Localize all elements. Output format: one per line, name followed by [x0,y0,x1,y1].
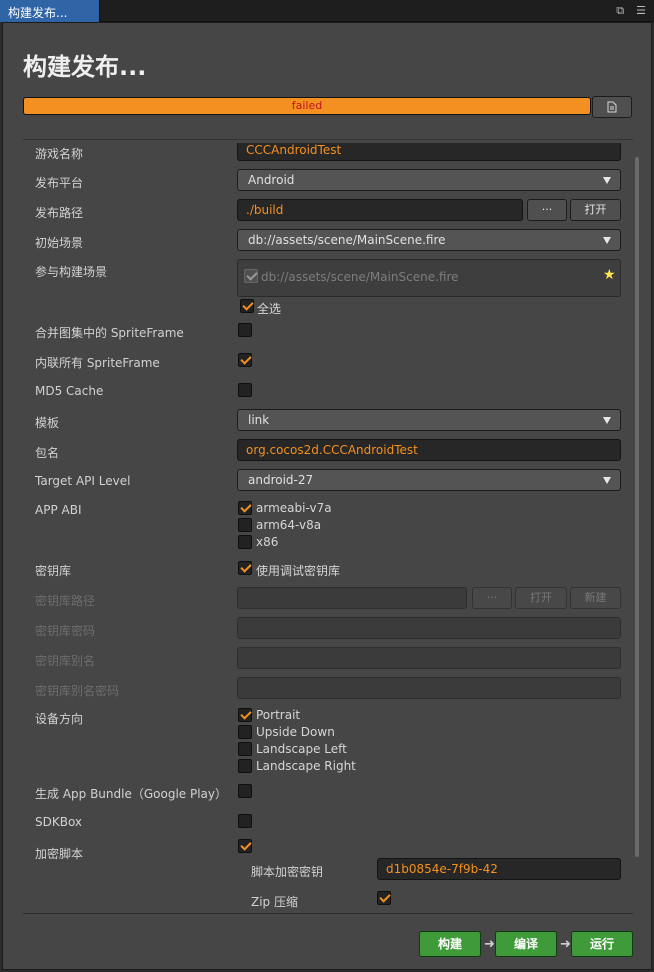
chevron-down-icon [603,417,611,424]
template-select[interactable]: link [237,409,621,431]
build-options: 游戏名称 CCCAndroidTest 发布平台 Android 发布路径 ./… [3,143,653,911]
platform-value: Android [248,173,295,187]
scene-item-label: db://assets/scene/MainScene.fire [261,270,459,284]
game-name-input[interactable]: CCCAndroidTest [237,143,621,161]
keystore-password-label: 密钥库密码 [35,624,96,638]
keystore-password-input[interactable] [237,617,621,639]
debug-keystore-checkbox[interactable] [238,561,252,575]
abi-option-label: arm64-v8a [256,518,322,532]
abi-option-label: armeabi-v7a [256,501,332,515]
scene-checkbox[interactable] [244,269,258,283]
run-button[interactable]: 运行 [571,931,633,957]
game-name-label: 游戏名称 [35,147,84,161]
scrollbar-thumb[interactable] [635,157,639,857]
abi-armeabi-v7a-checkbox[interactable] [238,501,252,515]
keystore-path-label: 密钥库路径 [35,594,96,608]
build-options-scroll[interactable]: 游戏名称 CCCAndroidTest 发布平台 Android 发布路径 ./… [3,143,653,911]
star-icon[interactable]: ★ [603,267,616,283]
orientation-option-label: Upside Down [256,725,335,739]
app-bundle-checkbox[interactable] [238,784,252,798]
abi-arm64-v8a-checkbox[interactable] [238,518,252,532]
encrypt-js-label: 加密脚本 [35,847,84,861]
build-path-label: 发布路径 [35,206,84,220]
divider [23,139,633,140]
merge-spriteframe-label: 合并图集中的 SpriteFrame [35,326,184,340]
merge-spriteframe-checkbox[interactable] [238,323,252,337]
app-bundle-label: 生成 App Bundle（Google Play） [35,787,228,801]
tab-bar: 构建发布... ⧉ ☰ [0,0,654,22]
start-scene-select[interactable]: db://assets/scene/MainScene.fire [237,229,621,251]
select-all-label: 全选 [257,302,282,316]
open-log-button[interactable] [592,96,632,118]
included-scenes-label: 参与构建场景 [35,265,108,279]
arrow-right-icon: ➜ [484,937,495,952]
orientation-portrait-checkbox[interactable] [238,708,252,722]
keystore-alias-input[interactable] [237,647,621,669]
keystore-alias-password-label: 密钥库别名密码 [35,684,120,698]
keystore-alias-label: 密钥库别名 [35,654,96,668]
log-file-icon [607,101,617,113]
orientation-option-label: Portrait [256,708,301,722]
tab-build-publish[interactable]: 构建发布... [0,0,100,22]
inline-spriteframe-label: 内联所有 SpriteFrame [35,356,160,370]
abi-x86-checkbox[interactable] [238,535,252,549]
inline-spriteframe-checkbox[interactable] [238,353,252,367]
menu-icon[interactable]: ☰ [636,4,646,18]
encrypt-js-checkbox[interactable] [238,839,252,853]
orientation-landscape-left-checkbox[interactable] [238,742,252,756]
divider [23,913,633,914]
keystore-open-button[interactable]: 打开 [515,587,567,609]
keystore-alias-password-input[interactable] [237,677,621,699]
build-path-browse-button[interactable]: ··· [527,199,567,221]
package-name-input[interactable]: org.cocos2d.CCCAndroidTest [237,439,621,461]
build-button[interactable]: 构建 [419,931,481,957]
md5-cache-label: MD5 Cache [35,384,104,398]
platform-select[interactable]: Android [237,169,621,191]
build-progress-bar: failed [23,97,591,115]
target-api-select[interactable]: android-27 [237,469,621,491]
chevron-down-icon [603,237,611,244]
encrypt-key-label: 脚本加密密钥 [251,865,324,879]
md5-cache-checkbox[interactable] [238,383,252,397]
page-title: 构建发布... [23,53,147,81]
orientation-option-label: Landscape Right [256,759,356,773]
target-api-label: Target API Level [35,474,131,488]
arrow-right-icon: ➜ [560,937,571,952]
app-abi-label: APP ABI [35,503,82,517]
sdkbox-label: SDKBox [35,815,83,829]
orientation-label: 设备方向 [35,712,84,726]
start-scene-value: db://assets/scene/MainScene.fire [248,233,446,247]
keystore-label: 密钥库 [35,564,72,578]
template-label: 模板 [35,416,60,430]
package-name-label: 包名 [35,446,60,460]
start-scene-label: 初始场景 [35,236,84,250]
target-api-value: android-27 [248,473,314,487]
abi-option-label: x86 [256,535,279,549]
keystore-new-button[interactable]: 新建 [570,587,621,609]
tab-tools: ⧉ ☰ [616,4,646,18]
compile-button[interactable]: 编译 [495,931,557,957]
debug-keystore-label: 使用调试密钥库 [256,564,341,578]
encrypt-key-input[interactable]: d1b0854e-7f9b-42 [377,858,621,880]
orientation-option-label: Landscape Left [256,742,347,756]
chevron-down-icon [603,477,611,484]
orientation-upside-down-checkbox[interactable] [238,725,252,739]
template-value: link [248,413,270,427]
chevron-down-icon [603,177,611,184]
zip-compress-checkbox[interactable] [377,891,391,905]
popout-icon[interactable]: ⧉ [616,4,624,18]
keystore-browse-button[interactable]: ··· [472,587,512,609]
build-path-input[interactable]: ./build [237,199,523,221]
zip-compress-label: Zip 压缩 [251,895,298,909]
build-path-open-button[interactable]: 打开 [570,199,621,221]
build-panel: 构建发布... failed 游戏名称 CCCAndroidTest 发布平台 … [2,22,652,970]
progress-status-text: failed [291,99,323,112]
select-all-checkbox[interactable] [240,299,254,313]
orientation-landscape-right-checkbox[interactable] [238,759,252,773]
keystore-path-input[interactable] [237,587,467,609]
sdkbox-checkbox[interactable] [238,814,252,828]
platform-label: 发布平台 [35,176,84,190]
